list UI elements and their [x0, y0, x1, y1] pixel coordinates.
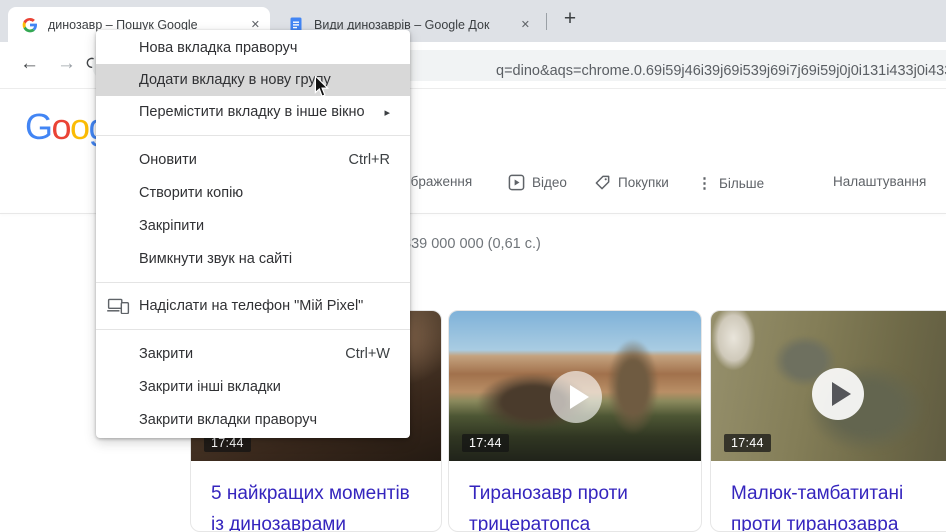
video-card[interactable]: 17:44 Малюк-тамбатитані проти тиранозавр… [710, 310, 946, 532]
menu-item-new-tab-right[interactable]: Нова вкладка праворуч [96, 32, 410, 64]
tab-label: Більше [719, 176, 764, 191]
tab-more[interactable]: ⋮ Більше [697, 174, 764, 192]
submenu-arrow-icon: ▸ [384, 106, 390, 119]
dinosaur-silhouette [607, 339, 659, 435]
menu-item-mute-site[interactable]: Вимкнути звук на сайті [96, 242, 410, 275]
settings-link[interactable]: Налаштування [833, 174, 926, 189]
menu-item-label: Закрити вкладки праворуч [139, 412, 317, 428]
new-tab-button[interactable]: + [556, 5, 584, 33]
shortcut-label: Ctrl+W [345, 346, 390, 362]
tab-shopping[interactable]: Покупки [594, 174, 669, 191]
duration-badge: 17:44 [462, 434, 509, 452]
menu-item-duplicate[interactable]: Створити копію [96, 176, 410, 209]
tab-context-menu: Нова вкладка праворуч Додати вкладку в н… [96, 30, 410, 438]
video-thumbnail[interactable]: 17:44 [711, 311, 946, 461]
logo-letter: o [70, 106, 89, 147]
menu-item-label: Оновити [139, 152, 197, 168]
menu-separator [96, 329, 410, 330]
menu-item-label: Закріпити [139, 218, 204, 234]
tab-videos[interactable]: Відео [508, 174, 567, 191]
duration-badge: 17:44 [724, 434, 771, 452]
menu-item-label: Нова вкладка праворуч [139, 40, 297, 56]
menu-item-label: Закрити [139, 346, 193, 362]
menu-item-label: Надіслати на телефон "Мій Pixel" [139, 298, 363, 314]
menu-item-close-other-tabs[interactable]: Закрити інші вкладки [96, 370, 410, 403]
send-to-device-icon [107, 298, 130, 318]
menu-item-label: Закрити інші вкладки [139, 379, 281, 395]
tab-label: Відео [532, 175, 567, 190]
tab-divider [546, 13, 547, 30]
menu-item-pin-tab[interactable]: Закріпити [96, 209, 410, 242]
close-tab-icon[interactable]: ✕ [515, 18, 540, 31]
play-button-icon[interactable] [550, 371, 602, 423]
forward-icon[interactable]: → [57, 53, 76, 75]
url-text: q=dino&aqs=chrome.0.69i59j46i39j69i539j6… [496, 63, 946, 79]
video-title-link[interactable]: 5 найкращих моментів із динозаврами [191, 461, 441, 532]
tab-label: Налаштування [833, 174, 926, 189]
menu-item-move-tab-to-window[interactable]: Перемістити вкладку в інше вікно ▸ [96, 96, 410, 128]
menu-item-close-tab[interactable]: Закрити Ctrl+W [96, 337, 410, 370]
video-title-link[interactable]: Малюк-тамбатитані проти тиранозавра [711, 461, 946, 532]
menu-item-label: Вимкнути звук на сайті [139, 251, 292, 267]
more-vertical-icon: ⋮ [697, 174, 712, 192]
google-favicon-icon [22, 17, 38, 33]
menu-separator [96, 282, 410, 283]
result-stats: 339 000 000 (0,61 с.) [403, 236, 541, 252]
logo-letter: G [25, 106, 52, 147]
back-icon[interactable]: ← [20, 53, 39, 75]
tag-icon [594, 174, 611, 191]
video-card[interactable]: 17:44 Тиранозавр проти трицератопса [448, 310, 702, 532]
play-button-icon[interactable] [812, 368, 864, 420]
menu-item-reload[interactable]: Оновити Ctrl+R [96, 143, 410, 176]
video-title-link[interactable]: Тиранозавр проти трицератопса [449, 461, 701, 532]
logo-letter: o [52, 106, 71, 147]
shortcut-label: Ctrl+R [349, 152, 391, 168]
browser-window: динозавр – Пошук Google ✕ Види динозаврі… [0, 0, 946, 532]
menu-item-label: Додати вкладку в нову групу [139, 72, 331, 88]
menu-item-label: Перемістити вкладку в інше вікно [139, 104, 365, 120]
menu-item-label: Створити копію [139, 185, 243, 201]
menu-item-send-to-device[interactable]: Надіслати на телефон "Мій Pixel" [96, 290, 410, 322]
menu-item-add-tab-to-group[interactable]: Додати вкладку в нову групу [96, 64, 410, 96]
mouse-cursor-icon [312, 76, 332, 103]
video-thumbnail[interactable]: 17:44 [449, 311, 701, 461]
menu-separator [96, 135, 410, 136]
video-icon [508, 174, 525, 191]
menu-item-close-tabs-right[interactable]: Закрити вкладки праворуч [96, 403, 410, 436]
tab-label: Покупки [618, 175, 669, 190]
